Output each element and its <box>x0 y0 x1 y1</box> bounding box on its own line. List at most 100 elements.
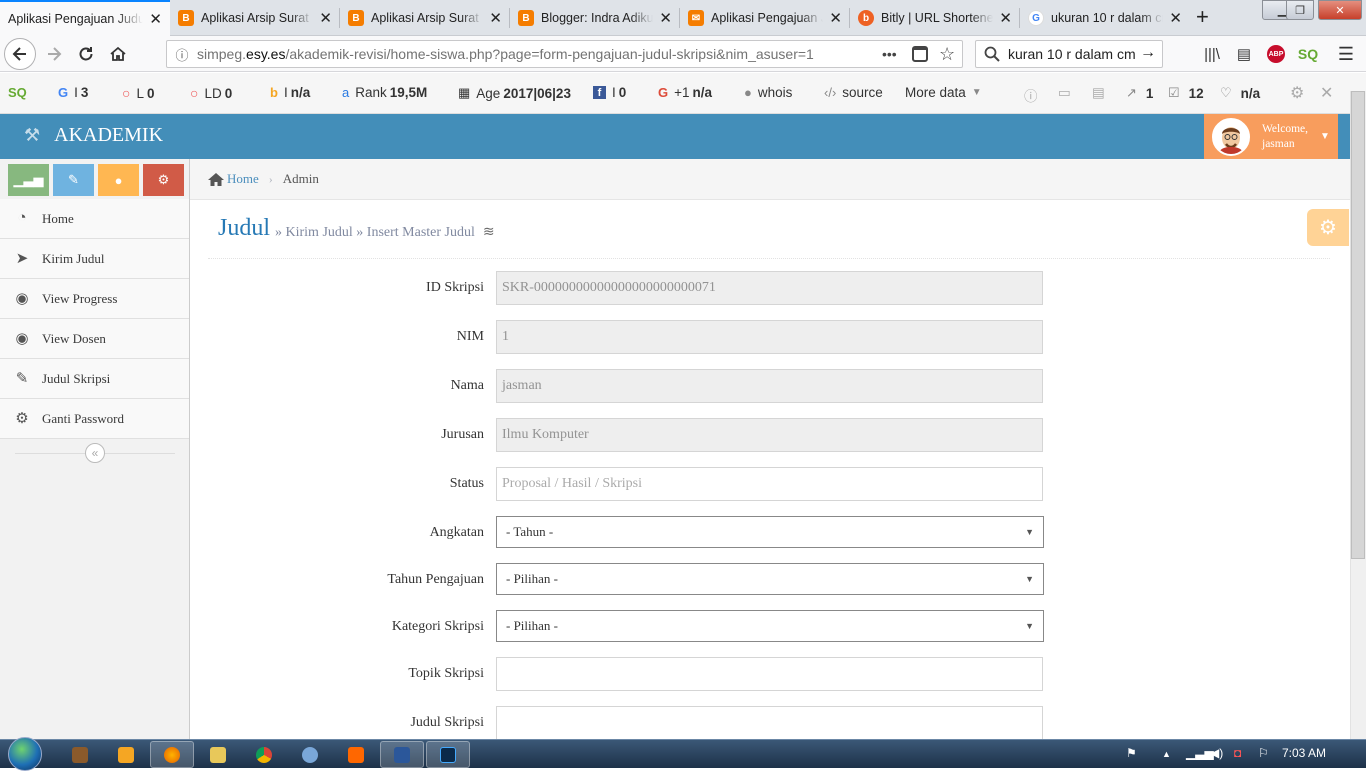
tab-aplikasi-pengajuan-judul[interactable]: Aplikasi Pengajuan Judul ✕ <box>0 0 170 36</box>
tahun-pengajuan-select[interactable]: - Pilihan - ▼ <box>496 563 1044 595</box>
search-go-icon[interactable]: → <box>1140 44 1156 62</box>
clock[interactable]: 7:03 AM <box>1282 746 1326 760</box>
tray-expand-icon[interactable]: ▲ <box>1162 749 1171 759</box>
judul-skripsi-field[interactable] <box>496 706 1043 739</box>
maximize-button[interactable]: ❐ <box>1286 0 1314 20</box>
seo-external-links[interactable]: ↗ 1 <box>1126 85 1153 101</box>
taskbar-app-1[interactable] <box>58 741 102 768</box>
seo-links[interactable]: ○ L 0 <box>122 85 155 101</box>
tab-close-icon[interactable]: ✕ <box>489 9 502 27</box>
page-actions-button[interactable]: ••• <box>882 46 897 62</box>
tab-close-icon[interactable]: ✕ <box>829 9 842 27</box>
security-icon[interactable]: ◘ <box>1234 746 1241 760</box>
edit-shortcut-button[interactable]: ✎ <box>53 164 94 196</box>
sidebar-item-view-dosen[interactable]: ◉ View Dosen <box>0 319 189 359</box>
tab-blogger-indra[interactable]: B Blogger: Indra Adikus ✕ <box>510 0 680 36</box>
browser-tab-bar: Aplikasi Pengajuan Judul ✕ B Aplikasi Ar… <box>0 0 1366 36</box>
sidebar-icon[interactable]: ▤ <box>1230 41 1258 67</box>
tab-close-icon[interactable]: ✕ <box>319 9 332 27</box>
seo-heart[interactable]: ♡ n/a <box>1220 85 1260 101</box>
volume-icon[interactable]: ◀) <box>1210 746 1223 760</box>
kategori-skripsi-select[interactable]: - Pilihan - ▼ <box>496 610 1044 642</box>
flag-icon[interactable]: ⚐ <box>1258 746 1269 760</box>
taskbar-media-player[interactable] <box>104 741 148 768</box>
seo-bing-index[interactable]: b In/a <box>270 85 310 100</box>
seo-facebook[interactable]: fI0 <box>593 85 626 100</box>
menu-icon[interactable]: ☰ <box>1332 41 1360 67</box>
topik-skripsi-field[interactable] <box>496 657 1043 691</box>
sidebar-item-ganti-password[interactable]: ⚙ Ganti Password <box>0 399 189 439</box>
tab-close-icon[interactable]: ✕ <box>1169 9 1182 27</box>
brand[interactable]: ⚒ AKADEMIK <box>24 124 163 147</box>
monitor-icon[interactable]: ▭ <box>1058 85 1071 101</box>
jurusan-field[interactable]: Ilmu Komputer <box>496 418 1043 452</box>
tab-close-icon[interactable]: ✕ <box>149 10 162 28</box>
taskbar-explorer[interactable] <box>196 741 240 768</box>
taskbar-mi[interactable] <box>334 741 378 768</box>
tab-google-search[interactable]: G ukuran 10 r dalam cm ✕ <box>1020 0 1190 36</box>
sidebar-item-home[interactable]: ◔ Home <box>0 199 189 239</box>
bookmark-star-icon[interactable]: ☆ <box>939 44 955 65</box>
taskbar-word[interactable] <box>380 741 424 768</box>
seoquake-icon[interactable]: SQ <box>1294 41 1322 67</box>
user-menu[interactable]: Welcome, jasman ▼ <box>1204 114 1338 159</box>
stats-shortcut-button[interactable]: ▁▃▅ <box>8 164 49 196</box>
start-button[interactable] <box>8 737 42 771</box>
tab-arsip-surat-2[interactable]: B Aplikasi Arsip Surat B ✕ <box>340 0 510 36</box>
pocket-icon[interactable] <box>912 46 928 62</box>
circle-icon: ○ <box>190 85 199 101</box>
sidebar-item-judul-skripsi[interactable]: ✎ Judul Skripsi <box>0 359 189 399</box>
close-icon[interactable]: ✕ <box>1320 83 1333 103</box>
seo-gplus[interactable]: G +1 n/a <box>658 85 712 100</box>
url-bar[interactable]: ⓘ simpeg.esy.es/akademik-revisi/home-sis… <box>166 40 963 68</box>
seo-source[interactable]: ‹/› source <box>824 85 883 100</box>
sidebar-collapse-button[interactable]: « <box>85 443 105 463</box>
info-icon[interactable]: ⓘ <box>1024 85 1038 105</box>
id-skripsi-field[interactable]: SKR-00000000000000000000000071 <box>496 271 1043 305</box>
seo-more-data[interactable]: More data ▼ <box>905 85 982 100</box>
window-close-button[interactable]: ✕ <box>1318 0 1362 20</box>
home-button[interactable] <box>104 41 132 67</box>
sidebar-item-kirim-judul[interactable]: ➤ Kirim Judul <box>0 239 189 279</box>
google-icon: G <box>1028 10 1044 26</box>
seo-age[interactable]: ▦ Age 2017|06|23 <box>458 85 571 101</box>
seo-checks[interactable]: ☑ 12 <box>1168 85 1204 101</box>
tab-bitly[interactable]: b Bitly | URL Shortener, ✕ <box>850 0 1020 36</box>
action-center-icon[interactable]: ⚑ <box>1126 746 1137 760</box>
taskbar-firefox[interactable] <box>150 741 194 768</box>
taskbar-app-6[interactable] <box>288 741 332 768</box>
taskbar-photoshop[interactable] <box>426 741 470 768</box>
nama-field[interactable]: jasman <box>496 369 1043 403</box>
ace-settings-button[interactable]: ⚙ <box>1307 209 1349 246</box>
breadcrumb-home[interactable]: Home <box>207 171 259 187</box>
code-icon: ‹/› <box>824 85 837 100</box>
back-button[interactable] <box>4 38 36 70</box>
settings-shortcut-button[interactable]: ⚙ <box>143 164 184 196</box>
tab-close-icon[interactable]: ✕ <box>999 9 1012 27</box>
eye-icon: ◉ <box>15 291 29 307</box>
tab-close-icon[interactable]: ✕ <box>659 9 672 27</box>
library-icon[interactable]: |||\ <box>1198 41 1226 67</box>
sidebar-item-view-progress[interactable]: ◉ View Progress <box>0 279 189 319</box>
taskbar-chrome[interactable] <box>242 741 286 768</box>
document-icon[interactable]: ▤ <box>1092 85 1105 101</box>
seo-rank[interactable]: a Rank 19,5M <box>342 85 427 100</box>
users-shortcut-button[interactable]: ● <box>98 164 139 196</box>
seo-whois[interactable]: ● whois <box>744 85 792 100</box>
info-icon[interactable]: ⓘ <box>167 45 197 64</box>
scrollbar-thumb[interactable] <box>1351 91 1365 559</box>
adblock-button[interactable]: ABP <box>1262 41 1290 67</box>
forward-button[interactable] <box>40 41 68 67</box>
angkatan-select[interactable]: - Tahun - ▼ <box>496 516 1044 548</box>
reload-button[interactable] <box>72 41 100 67</box>
seo-link-domains[interactable]: ○ LD 0 <box>190 85 232 101</box>
tab-aplikasi-pengajuan-mail[interactable]: ✉ Aplikasi Pengajuan Ju ✕ <box>680 0 850 36</box>
search-input[interactable]: kuran 10 r dalam cm → <box>975 40 1163 68</box>
tab-arsip-surat-1[interactable]: B Aplikasi Arsip Surat B ✕ <box>170 0 340 36</box>
gear-icon[interactable]: ⚙ <box>1290 83 1304 103</box>
nim-field[interactable]: 1 <box>496 320 1043 354</box>
status-field[interactable]: Proposal / Hasil / Skripsi <box>496 467 1043 501</box>
seo-value: 3 <box>80 85 89 100</box>
seo-google-index[interactable]: GI3 <box>58 85 88 100</box>
new-tab-button[interactable]: + <box>1196 5 1209 29</box>
